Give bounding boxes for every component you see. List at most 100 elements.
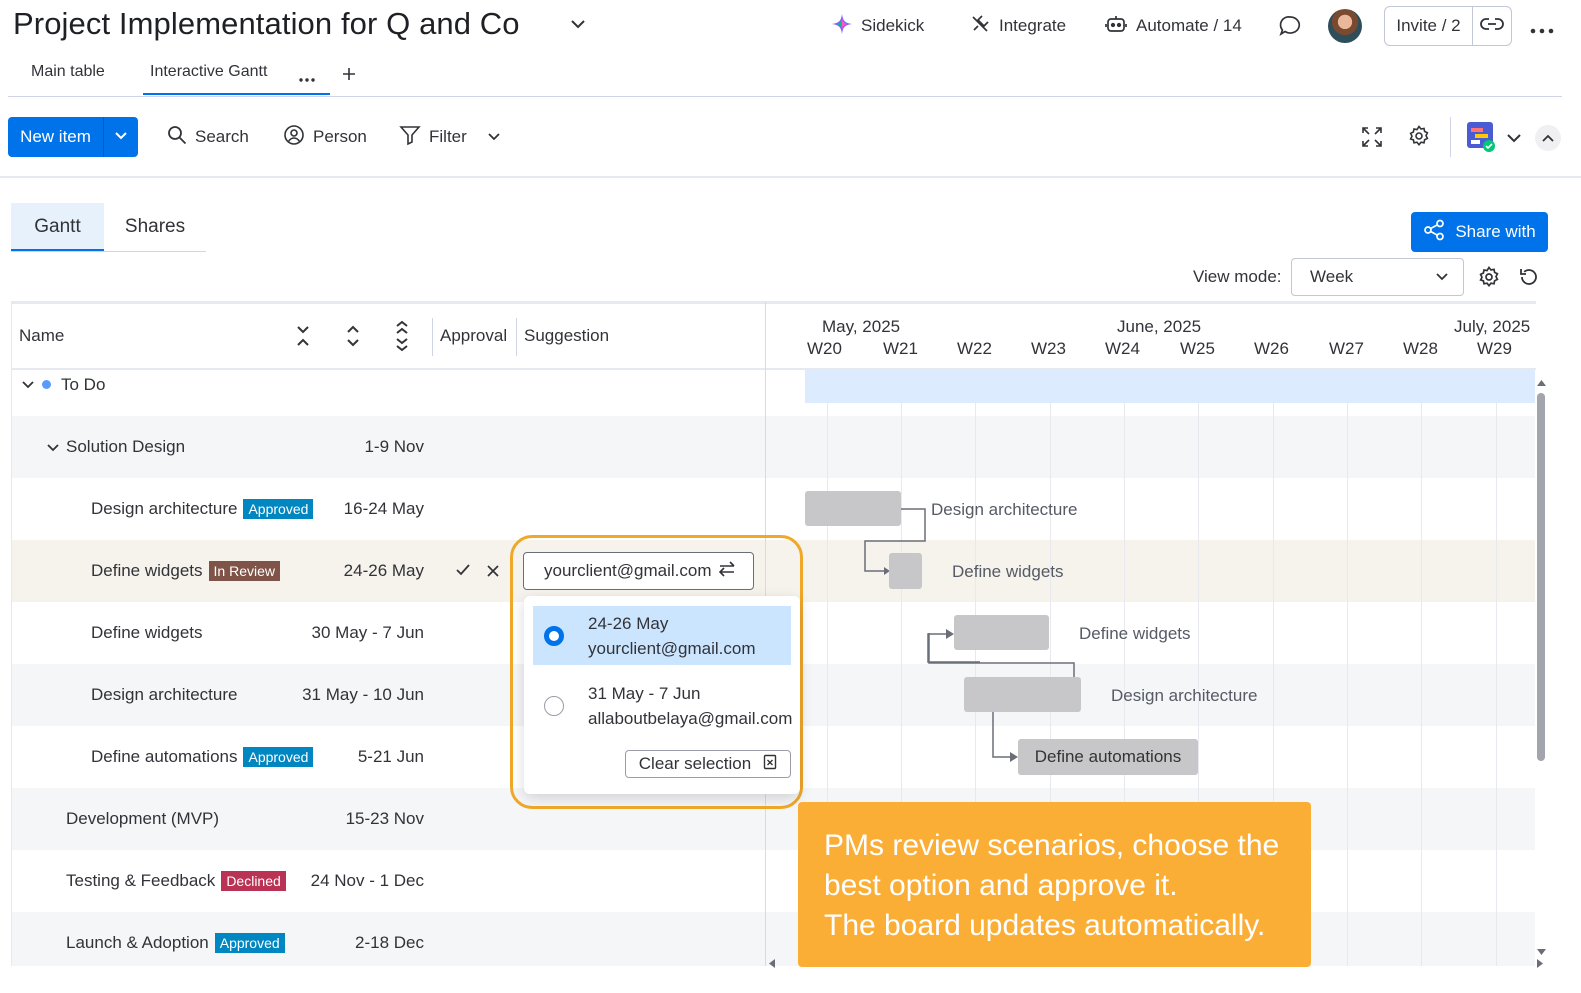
item-dates[interactable]: 15-23 Nov — [284, 809, 424, 829]
new-item-button[interactable]: New item — [8, 117, 104, 157]
item-dates[interactable]: 1-9 Nov — [284, 437, 424, 457]
column-header-name[interactable]: Name — [19, 326, 64, 346]
suggestion-option[interactable]: 31 May - 7 Jun allaboutbelaya@gmail.com — [533, 676, 792, 735]
approve-check-icon[interactable] — [455, 563, 471, 582]
week-label: W25 — [1180, 339, 1215, 358]
view-mode-label: View mode: — [1193, 267, 1282, 286]
item-dates[interactable]: 31 May - 10 Jun — [284, 685, 424, 705]
week-label: W20 — [807, 339, 842, 358]
radio-unselected — [544, 695, 564, 716]
suggestion-select[interactable]: yourclient@gmail.com — [523, 552, 754, 590]
filter-icon — [399, 124, 421, 151]
scroll-left-icon[interactable] — [768, 955, 775, 973]
week-label: W28 — [1403, 339, 1438, 358]
item-name[interactable]: Define widgets — [91, 623, 203, 643]
item-name[interactable]: Design architecture — [91, 685, 237, 705]
view-tab-gantt[interactable]: Gantt — [11, 203, 104, 251]
gantt-bar[interactable] — [954, 615, 1049, 650]
clear-selection-button[interactable]: Clear selection — [625, 750, 791, 778]
sidekick-label: Sidekick — [861, 16, 925, 35]
add-view-icon[interactable] — [342, 67, 356, 86]
view-mode-select[interactable]: Week — [1291, 258, 1464, 296]
vertical-scrollbar-thumb[interactable] — [1537, 393, 1545, 761]
board-title[interactable]: Project Implementation for Q and Co — [13, 6, 520, 42]
new-item-dropdown[interactable] — [104, 117, 138, 157]
column-separator — [432, 318, 433, 356]
reject-x-icon[interactable] — [487, 564, 499, 582]
item-dates[interactable]: 24 Nov - 1 Dec — [284, 871, 424, 891]
scroll-right-icon[interactable] — [1537, 955, 1544, 973]
suggestion-value: yourclient@gmail.com — [544, 561, 712, 580]
item-dates[interactable]: 16-24 May — [284, 499, 424, 519]
chevron-down-icon[interactable] — [21, 378, 35, 396]
chevron-down-icon[interactable] — [487, 127, 501, 147]
share-with-label: Share with — [1455, 222, 1536, 241]
active-tab-underline — [143, 93, 330, 95]
fullscreen-icon[interactable] — [1361, 126, 1383, 153]
more-options-icon[interactable] — [1530, 22, 1554, 40]
week-label: W29 — [1477, 339, 1512, 358]
person-filter-button[interactable]: Person — [283, 124, 367, 148]
item-dates[interactable]: 2-18 Dec — [284, 933, 424, 953]
gantt-bar[interactable] — [805, 491, 901, 526]
tab-main-table[interactable]: Main table — [31, 63, 105, 81]
gantt-app-icon[interactable] — [1466, 121, 1496, 158]
share-icon — [1423, 219, 1445, 246]
item-name[interactable]: Solution Design — [66, 437, 185, 457]
item-name[interactable]: Define widgets — [91, 561, 203, 581]
item-dates[interactable]: 24-26 May — [284, 561, 424, 581]
group-name[interactable]: To Do — [61, 375, 105, 395]
gantt-bar[interactable] — [889, 553, 922, 589]
sidekick-button[interactable]: Sidekick — [831, 13, 925, 38]
tab-more-icon[interactable] — [298, 70, 316, 88]
scroll-up-icon[interactable] — [1537, 373, 1546, 391]
expand-all-icon[interactable] — [345, 324, 361, 353]
view-tabs-baseline — [11, 251, 206, 252]
item-dates[interactable]: 30 May - 7 Jun — [284, 623, 424, 643]
item-name[interactable]: Design architecture — [91, 499, 237, 519]
chevron-down-icon[interactable] — [1506, 131, 1522, 149]
week-label: W22 — [957, 339, 992, 358]
chevron-down-icon — [114, 128, 128, 146]
item-name[interactable]: Development (MVP) — [66, 809, 219, 829]
comment-icon[interactable] — [1278, 14, 1302, 43]
callout-line: The board updates automatically. — [824, 909, 1266, 942]
gantt-settings-icon[interactable] — [1478, 266, 1500, 293]
chevron-down-icon[interactable] — [568, 14, 588, 39]
column-header-approval[interactable]: Approval — [440, 326, 507, 346]
refresh-icon[interactable] — [1518, 266, 1540, 293]
option-email: yourclient@gmail.com — [588, 638, 756, 658]
clear-icon — [763, 754, 777, 775]
chevron-down-icon[interactable] — [46, 441, 60, 459]
automate-button[interactable]: Automate / 14 — [1104, 14, 1242, 38]
share-with-button[interactable]: Share with — [1411, 212, 1548, 252]
item-dates[interactable]: 5-21 Jun — [284, 747, 424, 767]
tab-interactive-gantt[interactable]: Interactive Gantt — [150, 63, 267, 81]
search-icon — [167, 125, 187, 150]
avatar[interactable] — [1328, 9, 1362, 43]
week-label: W23 — [1031, 339, 1066, 358]
toolbar-divider-line — [0, 176, 1581, 178]
search-button[interactable]: Search — [167, 125, 249, 150]
item-name[interactable]: Testing & Feedback — [66, 871, 215, 891]
settings-gear-icon[interactable] — [1408, 125, 1430, 152]
item-name[interactable]: Launch & Adoption — [66, 933, 209, 953]
invite-button[interactable]: Invite / 2 — [1385, 7, 1473, 45]
filter-button[interactable]: Filter — [399, 124, 501, 151]
filter-label: Filter — [429, 127, 467, 146]
gantt-bar-label: Design architecture — [931, 500, 1078, 519]
suggestion-option-selected[interactable]: 24-26 May yourclient@gmail.com — [533, 606, 791, 665]
item-name[interactable]: Define automations — [91, 747, 237, 767]
view-mode-value: Week — [1310, 267, 1354, 286]
week-label: W21 — [883, 339, 918, 358]
integrate-label: Integrate — [999, 16, 1067, 35]
copy-link-button[interactable] — [1473, 7, 1511, 45]
expand-levels-icon[interactable] — [394, 320, 410, 357]
collapse-toolbar-button[interactable] — [1535, 125, 1561, 151]
collapse-all-icon[interactable] — [295, 324, 311, 353]
integrate-button[interactable]: Integrate — [969, 14, 1066, 38]
gantt-bar[interactable]: Define automations — [1018, 739, 1198, 775]
gantt-bar[interactable] — [964, 677, 1081, 712]
column-header-suggestion[interactable]: Suggestion — [524, 326, 609, 346]
view-tab-shares[interactable]: Shares — [104, 203, 206, 251]
